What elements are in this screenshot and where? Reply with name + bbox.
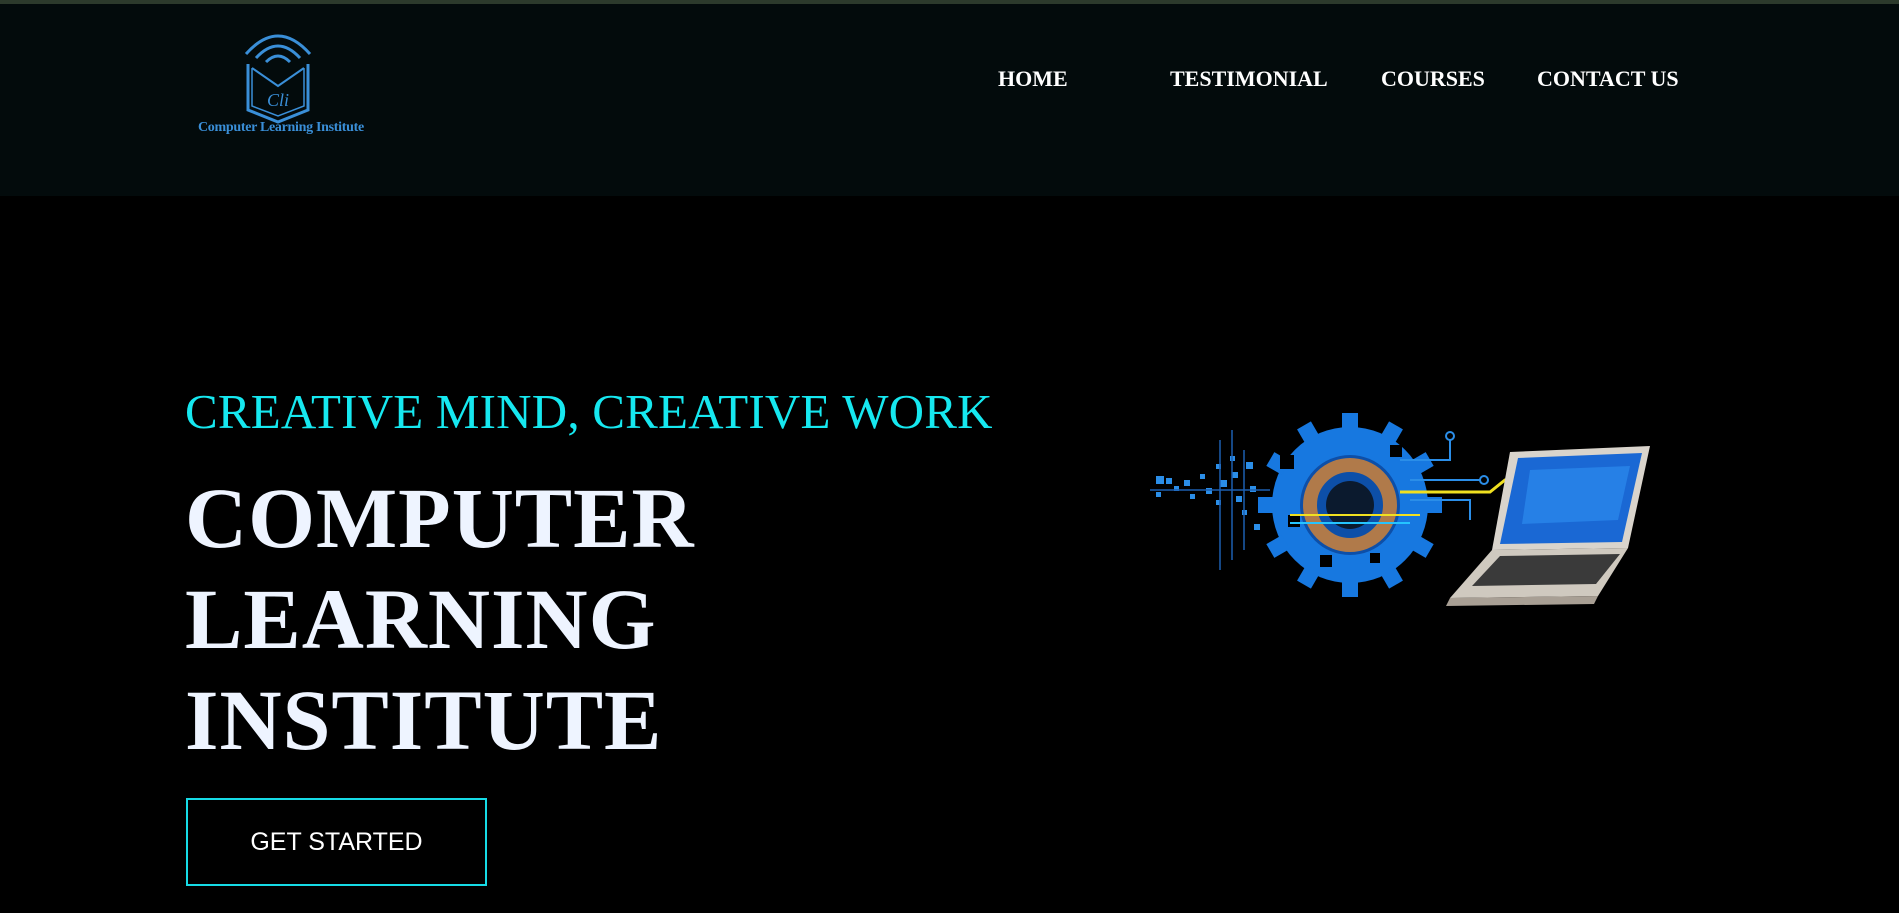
logo-text: Computer Learning Institute: [198, 120, 364, 135]
nav-home[interactable]: HOME: [998, 66, 1068, 92]
get-started-button[interactable]: GET STARTED: [186, 798, 487, 886]
site-logo[interactable]: Cli Computer Learning Institute: [198, 24, 364, 146]
nav-contact-us[interactable]: CONTACT US: [1537, 66, 1679, 92]
nav-testimonial[interactable]: TESTIMONIAL: [1170, 66, 1328, 92]
hero-tagline: CREATIVE MIND, CREATIVE WORK: [185, 384, 993, 439]
hero-title: COMPUTER LEARNING INSTITUTE: [185, 468, 885, 771]
navbar: Cli Computer Learning Institute HOME TES…: [0, 4, 1899, 196]
svg-text:Cli: Cli: [267, 90, 289, 110]
hero-title-line-2: LEARNING: [185, 571, 657, 667]
gear-laptop-illustration: [1150, 413, 1650, 606]
hero-title-line-1: COMPUTER: [185, 470, 695, 566]
nav-courses[interactable]: COURSES: [1381, 66, 1485, 92]
book-wifi-icon: Cli: [244, 34, 312, 124]
hero-title-line-3: INSTITUTE: [185, 672, 663, 768]
